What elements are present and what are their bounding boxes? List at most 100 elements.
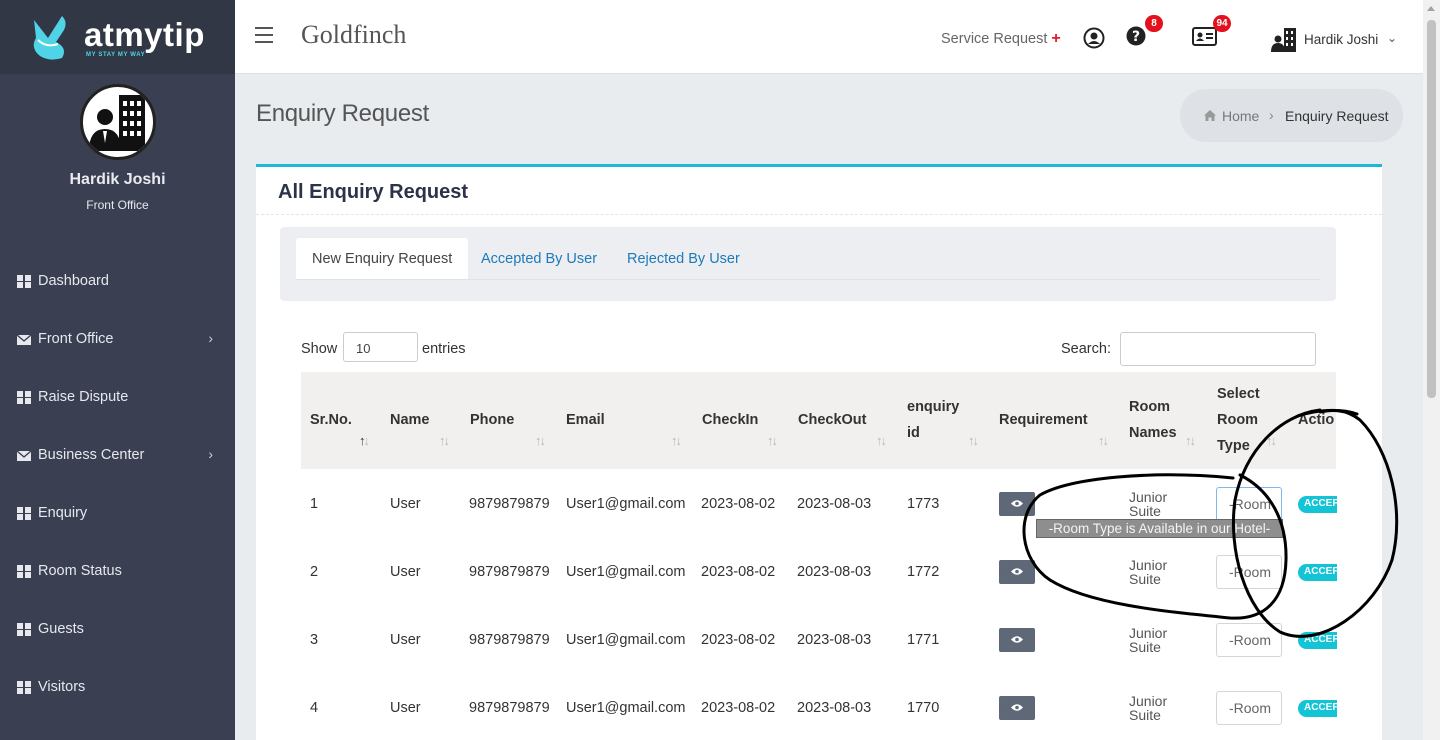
cell-room-name-line2: Suite: [1129, 639, 1161, 655]
plus-icon: +: [1051, 30, 1061, 47]
chevron-right-icon[interactable]: ›: [208, 330, 213, 346]
tab-accepted-by-user[interactable]: Accepted By User: [465, 238, 613, 280]
avatar[interactable]: [80, 84, 156, 160]
sidebar-item-label: Raise Dispute: [38, 389, 129, 405]
cell-srno: 4: [310, 700, 319, 716]
grid-icon: [17, 506, 31, 520]
sort-icon[interactable]: ↑↓: [439, 433, 450, 448]
search-label: Search:: [1061, 341, 1111, 357]
cell-email: User1@gmail.com: [566, 700, 686, 716]
sort-icon[interactable]: ↑↓: [767, 433, 778, 448]
tab-rejected-by-user[interactable]: Rejected By User: [611, 238, 756, 280]
col-header-srno[interactable]: Sr.No.: [310, 407, 352, 433]
view-requirement-button[interactable]: [999, 628, 1035, 652]
col-header-select-type[interactable]: Type: [1217, 433, 1250, 459]
sidebar-item-business-center[interactable]: Business Center ›: [0, 435, 235, 475]
sidebar-item-visitors[interactable]: Visitors: [0, 667, 235, 707]
id-card-icon[interactable]: [1192, 27, 1217, 46]
col-header-checkin[interactable]: CheckIn: [702, 407, 758, 433]
header-user-name[interactable]: Hardik Joshi: [1304, 32, 1378, 47]
profile-role: Front Office: [86, 198, 149, 212]
col-header-phone[interactable]: Phone: [470, 407, 514, 433]
card-title: All Enquiry Request: [278, 181, 469, 203]
cell-enquiry-id: 1772: [907, 564, 940, 580]
accept-button[interactable]: ACCEPT: [1298, 496, 1337, 513]
home-icon: [1204, 110, 1216, 121]
hotel-name: Goldfinch: [301, 20, 407, 49]
sort-icon[interactable]: ↑↓: [876, 433, 887, 448]
cell-srno: 1: [310, 496, 319, 512]
view-requirement-button[interactable]: [999, 696, 1035, 720]
col-header-room-names[interactable]: Names: [1129, 420, 1177, 446]
sort-icon[interactable]: ↑↓: [671, 433, 682, 448]
sort-icon[interactable]: ↑↓: [1098, 433, 1109, 448]
accept-button[interactable]: ACCEPT: [1298, 564, 1337, 581]
sort-icon[interactable]: ↑↓: [1185, 433, 1196, 448]
col-header-name[interactable]: Name: [390, 407, 430, 433]
col-header-email[interactable]: Email: [566, 407, 605, 433]
breadcrumb-current: Enquiry Request: [1285, 108, 1389, 124]
chevron-right-icon[interactable]: ›: [208, 446, 213, 462]
service-request-link[interactable]: Service Request +: [941, 30, 1061, 48]
cell-phone: 9879879879: [469, 564, 550, 580]
help-icon[interactable]: ?: [1126, 26, 1146, 46]
accept-button[interactable]: ACCEPT: [1298, 632, 1337, 649]
breadcrumb-separator: ›: [1269, 107, 1274, 123]
eye-icon: [1011, 500, 1023, 507]
view-requirement-button[interactable]: [999, 560, 1035, 584]
sidebar-item-label: Visitors: [38, 679, 86, 695]
cell-room-name-line1: Junior: [1129, 625, 1168, 641]
cell-srno: 3: [310, 632, 319, 648]
sidebar-item-label: Enquiry: [38, 505, 88, 521]
sidebar-item-label: Front Office: [38, 331, 114, 347]
logo-bar: atmytip MY STAY MY WAY: [0, 0, 235, 74]
breadcrumb-home-link[interactable]: Home: [1222, 108, 1259, 124]
sidebar-item-raise-dispute[interactable]: Raise Dispute: [0, 377, 235, 417]
grid-icon: [17, 274, 31, 288]
col-header-select[interactable]: Select: [1217, 381, 1260, 407]
sort-icon[interactable]: ↑↓: [1266, 433, 1277, 448]
accept-button[interactable]: ACCEPT: [1298, 700, 1337, 717]
room-type-select[interactable]: -Room: [1216, 487, 1282, 521]
cell-phone: 9879879879: [469, 496, 550, 512]
room-type-select[interactable]: -Room: [1216, 555, 1282, 589]
envelope-icon: [17, 333, 31, 345]
col-header-enquiry-id[interactable]: id: [907, 420, 920, 446]
svg-text:?: ?: [1132, 29, 1140, 45]
page-scrollbar[interactable]: [1423, 0, 1440, 740]
view-requirement-button[interactable]: [999, 492, 1035, 516]
chevron-down-icon[interactable]: ⌄: [1387, 31, 1397, 45]
hamburger-menu-icon[interactable]: [255, 27, 273, 43]
sidebar-item-front-office[interactable]: Front Office ›: [0, 319, 235, 359]
tab-underline: [296, 279, 1320, 280]
tab-new-enquiry-request[interactable]: New Enquiry Request: [296, 238, 469, 280]
col-header-action[interactable]: Actio: [1298, 407, 1336, 433]
col-header-select-room[interactable]: Room: [1217, 407, 1258, 433]
col-header-checkout[interactable]: CheckOut: [798, 407, 867, 433]
search-input[interactable]: [1120, 332, 1316, 366]
sidebar-item-dashboard[interactable]: Dashboard: [0, 261, 235, 301]
cell-enquiry-id: 1771: [907, 632, 940, 648]
sort-icon[interactable]: ↑↓: [968, 433, 979, 448]
col-header-enquiry[interactable]: enquiry: [907, 394, 959, 420]
scroll-thumb[interactable]: [1427, 20, 1436, 398]
service-request-label: Service Request: [941, 31, 1048, 47]
user-circle-icon[interactable]: [1083, 27, 1105, 49]
sort-icon[interactable]: ↑↓: [535, 433, 546, 448]
sort-active-icon[interactable]: ↑↓: [359, 433, 370, 448]
col-header-requirement[interactable]: Requirement: [999, 407, 1088, 433]
scroll-up-arrow-icon[interactable]: [1427, 6, 1435, 11]
entries-select[interactable]: 10: [343, 332, 418, 362]
room-type-select[interactable]: -Room: [1216, 691, 1282, 725]
user-building-small-icon[interactable]: [1270, 26, 1298, 54]
entries-label: entries: [422, 341, 466, 357]
room-type-select[interactable]: -Room: [1216, 623, 1282, 657]
sidebar-item-room-status[interactable]: Room Status: [0, 551, 235, 591]
cell-checkout: 2023-08-03: [797, 700, 872, 716]
cell-checkout: 2023-08-03: [797, 496, 872, 512]
col-header-room[interactable]: Room: [1129, 394, 1170, 420]
sidebar-item-guests[interactable]: Guests: [0, 609, 235, 649]
cell-name: User: [390, 496, 421, 512]
cell-room-name-line2: Suite: [1129, 707, 1161, 723]
sidebar-item-enquiry[interactable]: Enquiry: [0, 493, 235, 533]
